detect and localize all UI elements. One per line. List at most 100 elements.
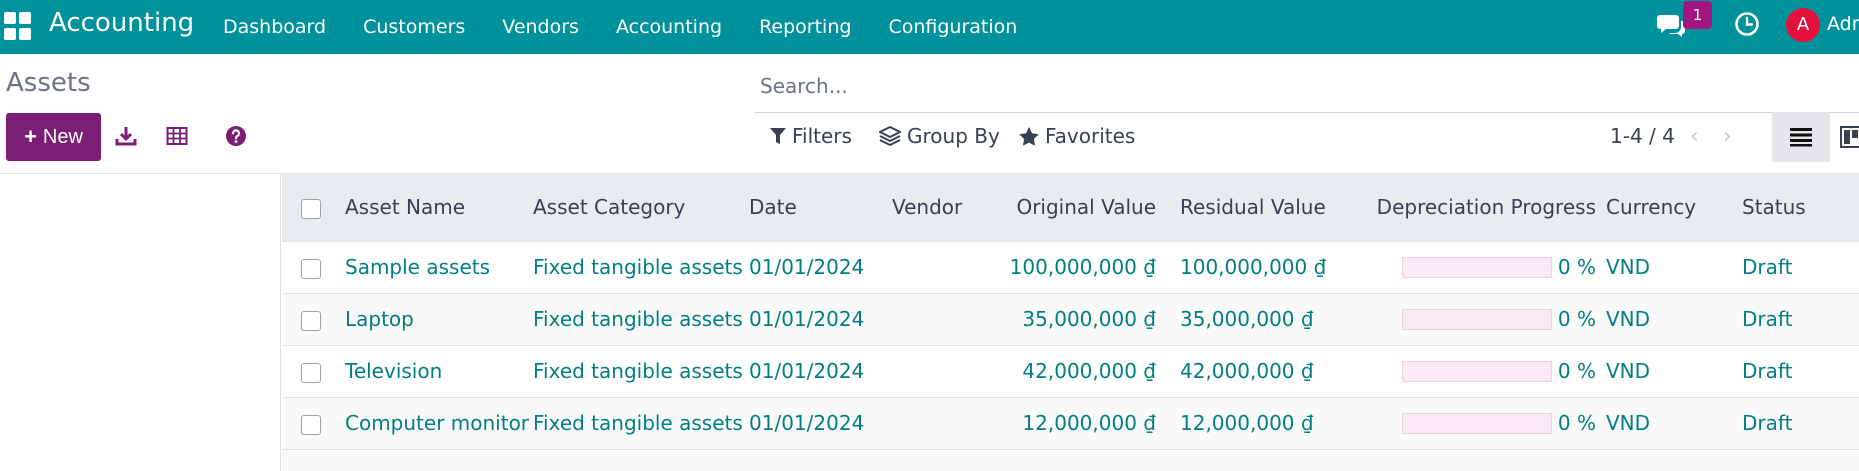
spreadsheet-icon[interactable] [165, 124, 189, 148]
pager-value[interactable]: 1-4 / 4 [1610, 124, 1675, 148]
row-select-cell [282, 293, 339, 346]
select-all-checkbox[interactable] [300, 198, 321, 219]
cell-depreciation-progress[interactable]: 0 % [1331, 293, 1606, 346]
menu-item-accounting[interactable]: Accounting [616, 16, 722, 38]
column-depreciation-progress[interactable]: Depreciation Progress [1331, 174, 1606, 242]
cell-date[interactable]: 01/01/2024 [743, 241, 886, 294]
menu-item-reporting[interactable]: Reporting [759, 16, 851, 38]
progress-bar [1401, 412, 1552, 434]
cell-residual-value[interactable]: 42,000,000 ₫ [1169, 345, 1331, 398]
cell-residual-value[interactable]: 35,000,000 ₫ [1169, 293, 1331, 346]
side-panel [0, 174, 281, 471]
menu-item-customers[interactable]: Customers [363, 16, 465, 38]
progress-text: 0 % [1557, 359, 1596, 383]
clock-icon[interactable] [1734, 11, 1760, 37]
cell-vendor[interactable] [886, 293, 994, 346]
cell-date[interactable]: 01/01/2024 [743, 345, 886, 398]
select-all-cell [282, 174, 339, 242]
row-checkbox[interactable] [300, 362, 321, 383]
apps-grid-icon[interactable] [4, 12, 32, 40]
cell-currency[interactable]: VND [1606, 397, 1742, 450]
cell-asset-name[interactable]: Laptop [339, 293, 527, 346]
layers-icon [879, 126, 901, 146]
cell-asset-category[interactable]: Fixed tangible assets [527, 293, 743, 346]
column-vendor[interactable]: Vendor [886, 174, 994, 242]
star-icon [1019, 126, 1039, 146]
favorites-label: Favorites [1045, 124, 1136, 148]
column-residual-value[interactable]: Residual Value [1169, 174, 1331, 242]
cell-original-value[interactable]: 100,000,000 ₫ [994, 241, 1169, 294]
group-by-button[interactable]: Group By [879, 124, 1000, 148]
menu-item-vendors[interactable]: Vendors [502, 16, 579, 38]
menu-item-configuration[interactable]: Configuration [888, 16, 1017, 38]
new-button[interactable]: + New [6, 113, 101, 161]
cell-currency[interactable]: VND [1606, 293, 1742, 346]
cell-original-value[interactable]: 12,000,000 ₫ [994, 397, 1169, 450]
row-checkbox[interactable] [300, 310, 321, 331]
cell-status[interactable]: Draft [1742, 241, 1859, 294]
row-checkbox[interactable] [300, 258, 321, 279]
cell-date[interactable]: 01/01/2024 [743, 397, 886, 450]
table-row[interactable]: Sample assets Fixed tangible assets 01/0… [282, 241, 1859, 294]
column-asset-name[interactable]: Asset Name [339, 174, 527, 242]
column-currency[interactable]: Currency [1606, 174, 1742, 242]
top-navbar: Accounting Dashboard Customers Vendors A… [0, 0, 1859, 54]
cell-asset-name[interactable]: Computer monitor [339, 397, 529, 450]
table-row[interactable]: Laptop Fixed tangible assets 01/01/2024 … [282, 293, 1859, 346]
list-view-button[interactable] [1772, 112, 1830, 162]
help-icon[interactable] [224, 124, 248, 148]
progress-text: 0 % [1557, 411, 1596, 435]
cell-status[interactable]: Draft [1742, 397, 1859, 450]
cell-depreciation-progress[interactable]: 0 % [1331, 397, 1606, 450]
cell-asset-category[interactable]: Fixed tangible assets [527, 241, 743, 294]
cell-vendor[interactable] [886, 397, 994, 450]
cell-vendor[interactable] [886, 241, 994, 294]
cell-asset-name[interactable]: Television [339, 345, 527, 398]
cell-depreciation-progress[interactable]: 0 % [1331, 345, 1606, 398]
cell-asset-name[interactable]: Sample assets [339, 241, 527, 294]
plus-icon: + [24, 124, 37, 149]
menu-item-dashboard[interactable]: Dashboard [223, 16, 326, 38]
download-icon[interactable] [114, 124, 138, 148]
column-asset-category[interactable]: Asset Category [527, 174, 743, 242]
cell-original-value[interactable]: 42,000,000 ₫ [994, 345, 1169, 398]
column-original-value[interactable]: Original Value [994, 174, 1169, 242]
cell-asset-category[interactable]: Fixed tangible assets [527, 345, 743, 398]
main-menu: Dashboard Customers Vendors Accounting R… [223, 0, 1054, 54]
pager-next-icon[interactable]: › [1723, 124, 1732, 149]
cell-residual-value[interactable]: 12,000,000 ₫ [1169, 397, 1331, 450]
progress-bar [1401, 308, 1552, 330]
filters-button[interactable]: Filters [770, 124, 852, 148]
kanban-view-icon[interactable] [1840, 126, 1859, 148]
row-select-cell [282, 345, 339, 398]
column-status[interactable]: Status [1742, 174, 1859, 242]
search-input[interactable] [755, 68, 1859, 104]
user-avatar[interactable]: A [1786, 8, 1820, 42]
cell-original-value[interactable]: 35,000,000 ₫ [994, 293, 1169, 346]
table-row[interactable]: Computer monitor Fixed tangible assets 0… [282, 397, 1859, 450]
cell-currency[interactable]: VND [1606, 241, 1742, 294]
progress-bar [1401, 360, 1552, 382]
pager-previous-icon[interactable]: ‹ [1690, 124, 1699, 149]
favorites-button[interactable]: Favorites [1019, 124, 1135, 148]
list-view-icon [1790, 128, 1812, 147]
column-date[interactable]: Date [743, 174, 886, 242]
notification-badge: 1 [1683, 1, 1712, 29]
cell-depreciation-progress[interactable]: 0 % [1331, 241, 1606, 294]
filter-icon [770, 128, 786, 144]
progress-text: 0 % [1557, 307, 1596, 331]
cell-currency[interactable]: VND [1606, 345, 1742, 398]
cell-residual-value[interactable]: 100,000,000 ₫ [1169, 241, 1331, 294]
row-checkbox[interactable] [300, 414, 321, 435]
user-name[interactable]: Administrator [1827, 13, 1859, 35]
progress-text: 0 % [1557, 255, 1596, 279]
cell-date[interactable]: 01/01/2024 [743, 293, 886, 346]
cell-asset-category[interactable]: Fixed tangible assets [527, 397, 743, 450]
cell-status[interactable]: Draft [1742, 345, 1859, 398]
chat-icon[interactable] [1656, 12, 1686, 38]
app-title[interactable]: Accounting [49, 8, 194, 38]
row-select-cell [282, 241, 339, 294]
cell-vendor[interactable] [886, 345, 994, 398]
table-row[interactable]: Television Fixed tangible assets 01/01/2… [282, 345, 1859, 398]
cell-status[interactable]: Draft [1742, 293, 1859, 346]
